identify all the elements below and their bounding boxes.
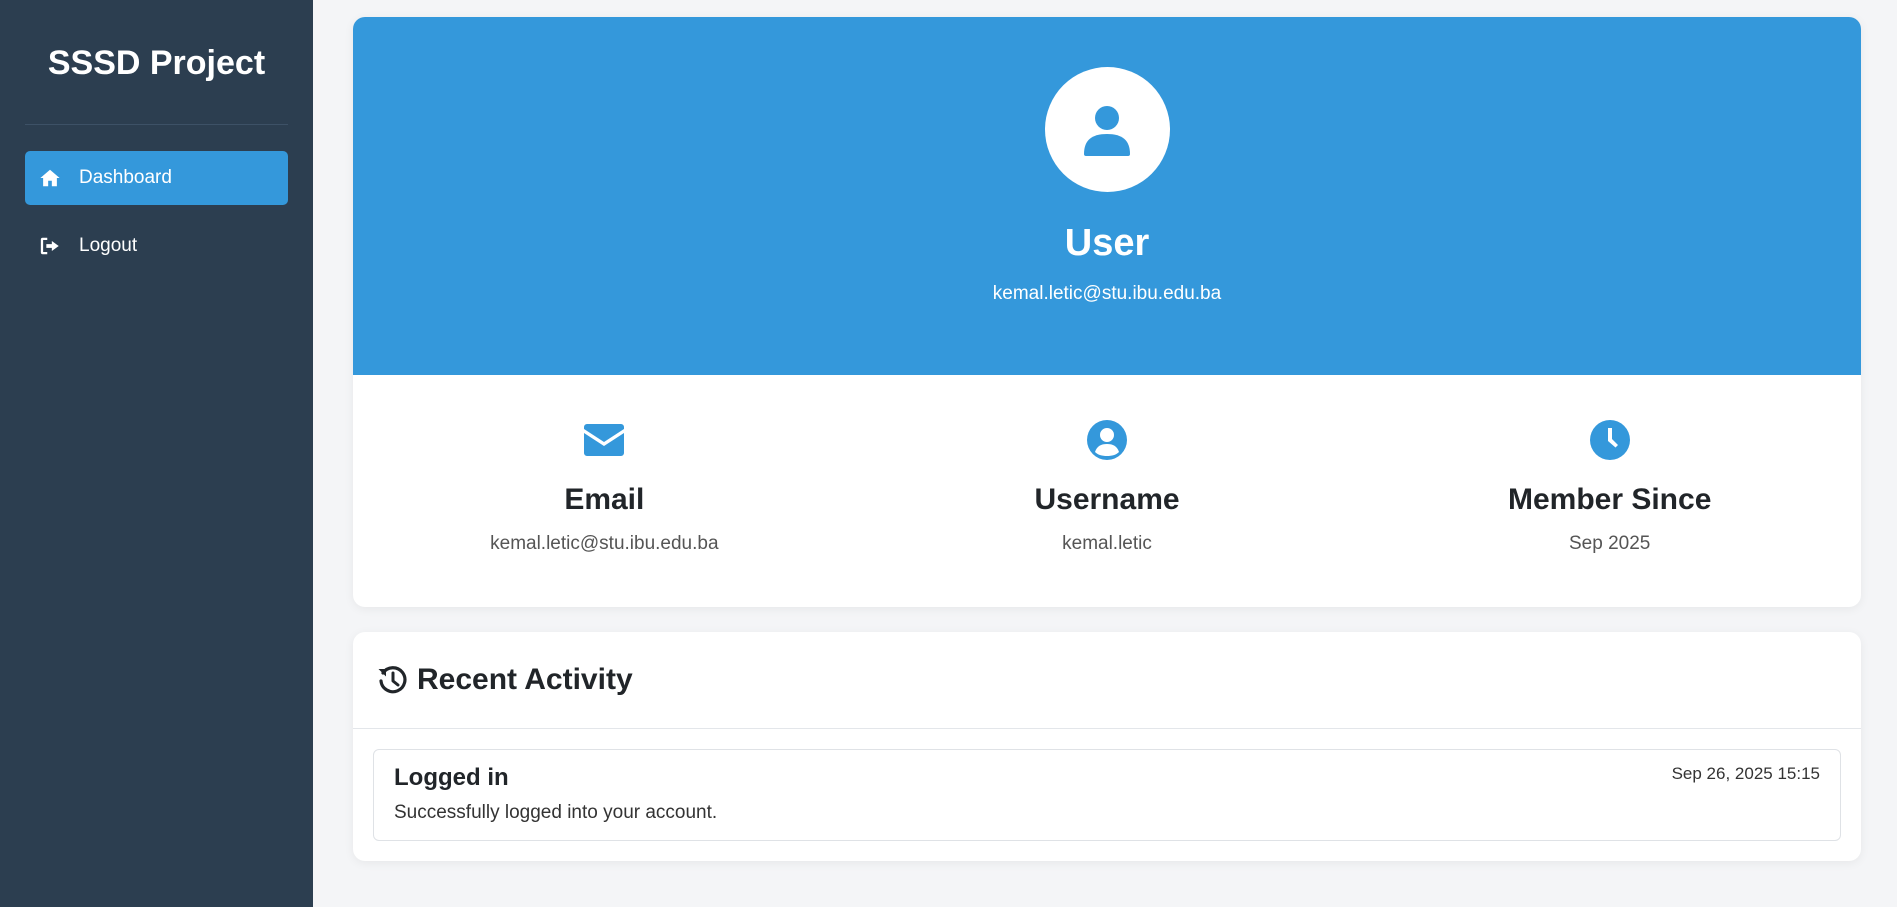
sidebar-item-label: Dashboard bbox=[79, 167, 172, 188]
main-content: User kemal.letic@stu.ibu.edu.ba Email ke… bbox=[313, 0, 1897, 907]
activity-title: Recent Activity bbox=[417, 663, 633, 696]
user-circle-icon bbox=[1087, 419, 1127, 461]
stat-title: Email bbox=[564, 483, 645, 516]
activity-item-title: Logged in bbox=[394, 764, 509, 791]
sidebar: SSSD Project Dashboard Logout bbox=[0, 0, 313, 907]
stat-email: Email kemal.letic@stu.ibu.edu.ba bbox=[353, 375, 856, 607]
profile-card: User kemal.letic@stu.ibu.edu.ba Email ke… bbox=[353, 17, 1861, 607]
sidebar-item-logout[interactable]: Logout bbox=[25, 219, 288, 273]
activity-item: Logged in Successfully logged into your … bbox=[373, 749, 1841, 841]
stat-member-since: Member Since Sep 2025 bbox=[1358, 375, 1861, 607]
sidebar-nav: Dashboard Logout bbox=[25, 151, 288, 273]
activity-header: Recent Activity bbox=[353, 632, 1861, 729]
logout-icon bbox=[37, 233, 63, 259]
brand-title: SSSD Project bbox=[25, 0, 288, 125]
sidebar-item-dashboard[interactable]: Dashboard bbox=[25, 151, 288, 205]
profile-header: User kemal.letic@stu.ibu.edu.ba bbox=[353, 17, 1861, 375]
history-icon bbox=[378, 666, 407, 694]
avatar bbox=[1044, 67, 1170, 192]
stat-value: kemal.letic bbox=[1062, 533, 1152, 554]
sidebar-item-label: Logout bbox=[79, 235, 138, 256]
stat-title: Username bbox=[1034, 483, 1180, 516]
envelope-icon bbox=[584, 419, 625, 461]
stats-row: Email kemal.letic@stu.ibu.edu.ba Usernam… bbox=[353, 375, 1861, 607]
activity-item-description: Successfully logged into your account. bbox=[394, 802, 718, 823]
activity-list: Logged in Successfully logged into your … bbox=[353, 729, 1861, 841]
stat-title: Member Since bbox=[1507, 483, 1712, 516]
profile-email: kemal.letic@stu.ibu.edu.ba bbox=[992, 283, 1222, 304]
user-icon bbox=[1084, 105, 1130, 156]
app: SSSD Project Dashboard Logout User kemal… bbox=[0, 0, 1897, 907]
profile-name: User bbox=[1064, 222, 1150, 264]
clock-icon bbox=[1589, 419, 1630, 461]
stat-value: Sep 2025 bbox=[1569, 533, 1651, 554]
stat-username: Username kemal.letic bbox=[856, 375, 1359, 607]
home-icon bbox=[37, 165, 63, 191]
stat-value: kemal.letic@stu.ibu.edu.ba bbox=[490, 533, 719, 554]
activity-item-timestamp: Sep 26, 2025 15:15 bbox=[1671, 764, 1820, 783]
recent-activity-card: Recent Activity Logged in Successfully l… bbox=[353, 632, 1861, 861]
